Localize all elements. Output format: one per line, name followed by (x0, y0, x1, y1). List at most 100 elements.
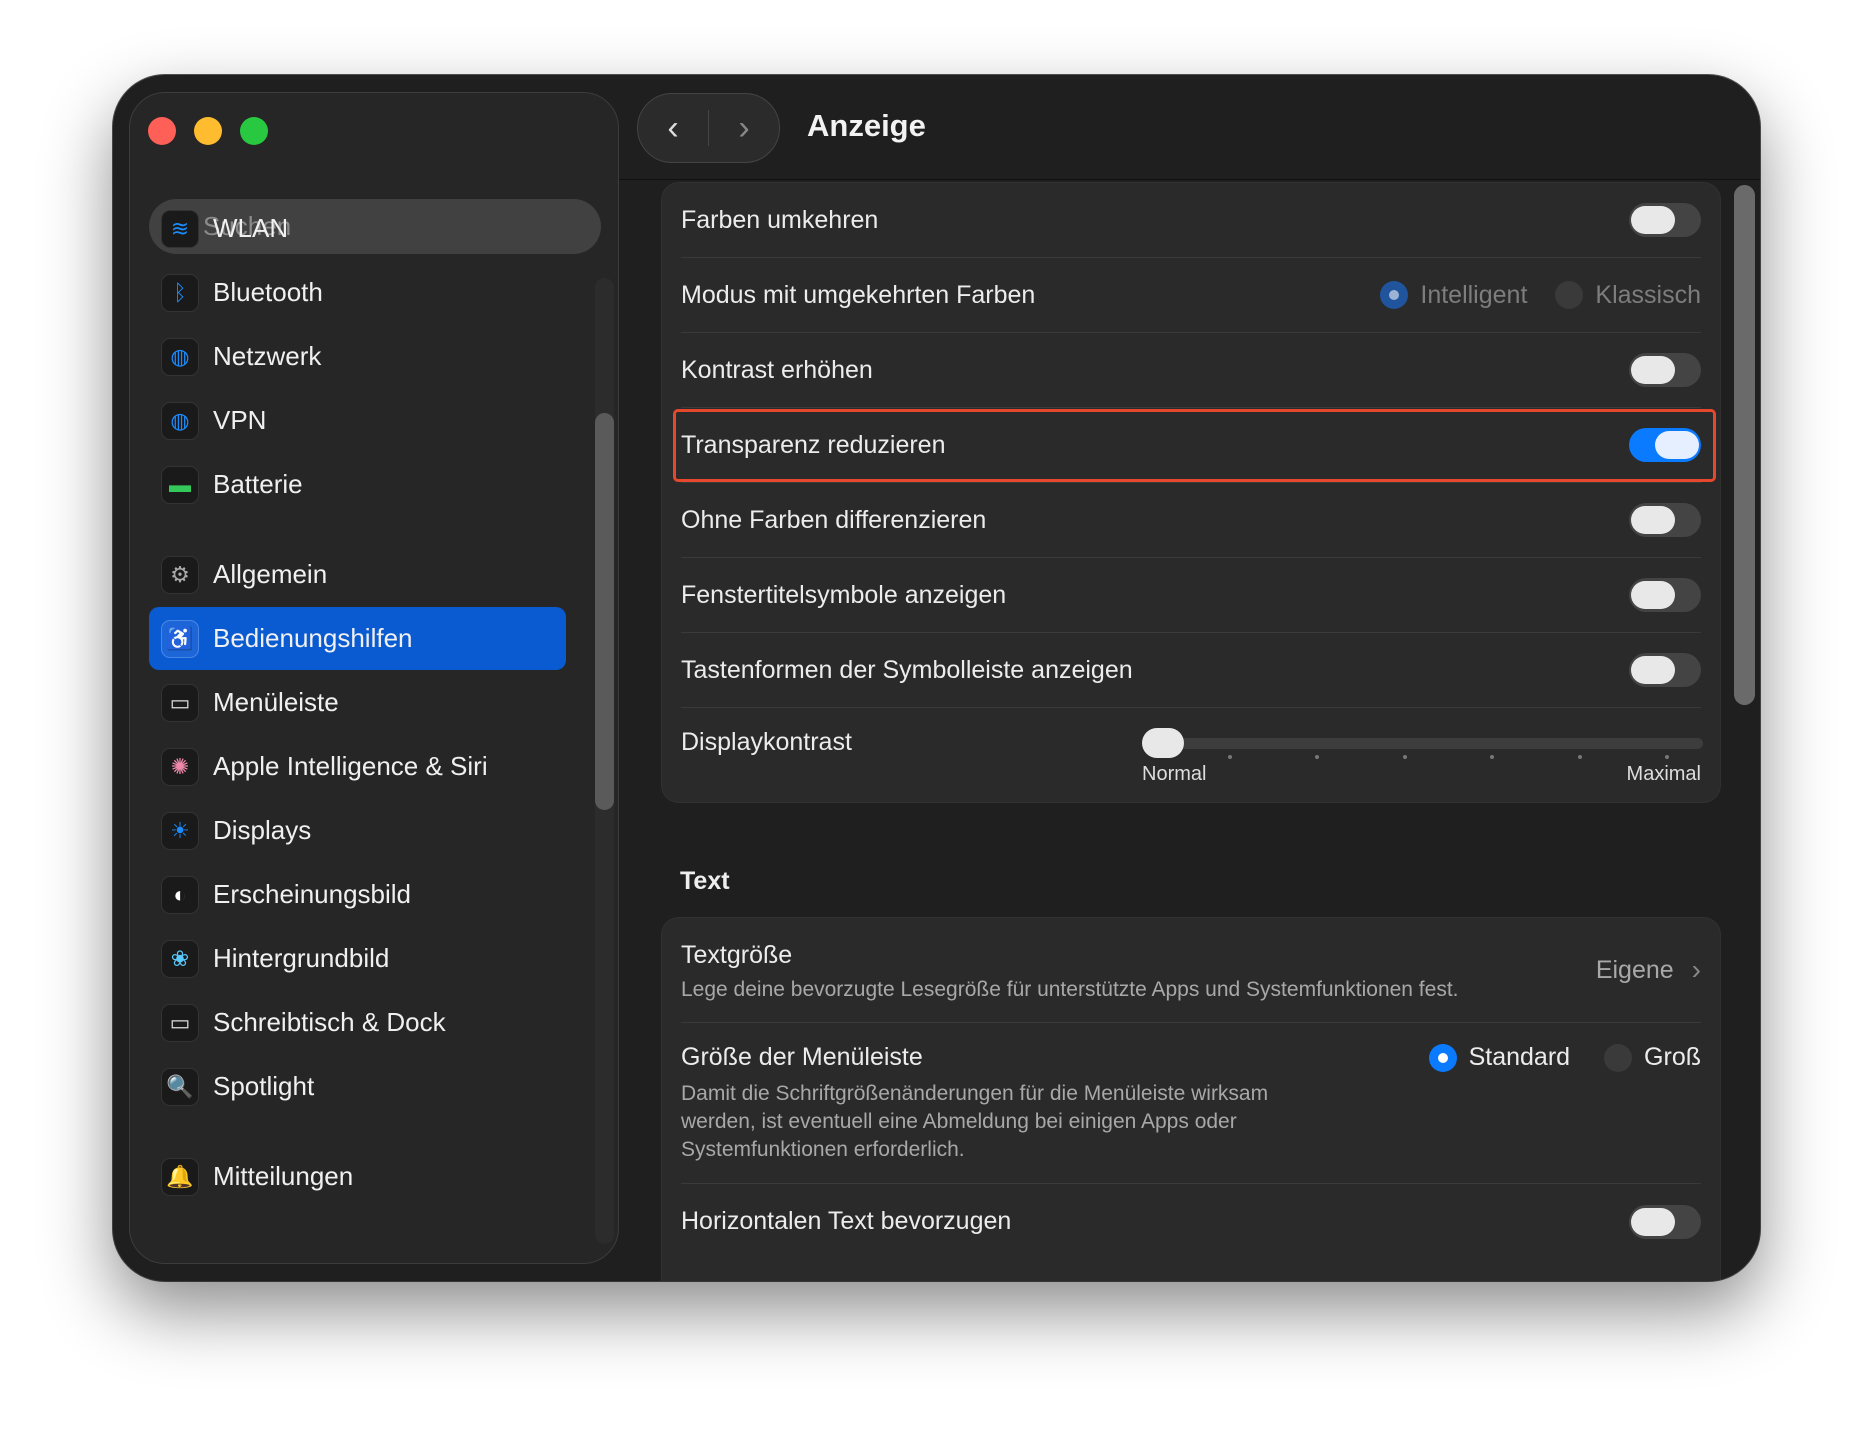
setting-row: Ohne Farben differenzieren (681, 483, 1701, 558)
sidebar-item-label: Netzwerk (213, 341, 322, 371)
setting-row: Modus mit umgekehrten Farben Intelligent K… (681, 258, 1701, 333)
sidebar-item-label: Batterie (213, 469, 303, 499)
page-title: Anzeige (807, 108, 926, 143)
horizontal-text-row: Horizontalen Text bevorzugen (681, 1184, 1701, 1259)
bluetooth-icon: ᛒ (161, 273, 199, 312)
sidebar-item-bluetooth[interactable]: ᛒ Bluetooth (149, 261, 566, 324)
wallpaper-icon: ❀ (161, 939, 199, 978)
slider-max-label: Maximal (1626, 763, 1701, 785)
slider-min-label: Normal (1142, 763, 1207, 785)
sidebar-item-wlan[interactable]: ≋ WLAN (149, 197, 566, 260)
radio-button[interactable] (1555, 281, 1584, 309)
sidebar-item-apple-intelligence-siri[interactable]: ✺ Apple Intelligence & Siri (149, 735, 566, 798)
slider-tick (1227, 755, 1232, 759)
sidebar-item-label: Menüleiste (213, 687, 339, 717)
highlight-box (673, 409, 1716, 482)
sidebar-item-label: Bluetooth (213, 277, 323, 307)
radio-button[interactable] (1380, 281, 1409, 309)
slider-tick (1577, 755, 1582, 759)
setting-row: Fenstertitelsymbole anzeigen (681, 558, 1701, 633)
gear-icon: ⚙ (161, 555, 199, 594)
sidebar-item-label: Allgemein (213, 559, 328, 589)
sidebar-item-vpn[interactable]: ◍ VPN (149, 389, 566, 452)
toggle-switch[interactable] (1629, 578, 1701, 612)
radio-button[interactable] (1428, 1043, 1457, 1072)
sidebar-item-label: Apple Intelligence & Siri (213, 751, 488, 781)
chevron-right-icon: › (1691, 954, 1701, 985)
close-button[interactable] (148, 117, 176, 145)
sidebar-item-label: Schreibtisch & Dock (213, 1007, 446, 1037)
sidebar-item-label: VPN (213, 405, 267, 435)
sidebar-item-menüleiste[interactable]: ▭ Menüleiste (149, 671, 566, 734)
radio-standard[interactable]: Standard (1428, 1043, 1571, 1072)
setting-label: Ohne Farben differenzieren (681, 505, 987, 534)
radio-intelligent[interactable]: Intelligent (1380, 281, 1527, 310)
bell-icon: 🔔 (161, 1157, 199, 1196)
minimize-button[interactable] (194, 117, 222, 145)
menubar-icon: ▭ (161, 683, 199, 722)
setting-label: Farben umkehren (681, 205, 879, 234)
sidebar-item-hintergrundbild[interactable]: ❀ Hintergrundbild (149, 927, 566, 990)
sidebar-item-label: Erscheinungsbild (213, 879, 412, 909)
display-contrast-slider[interactable] (1142, 728, 1703, 759)
accessibility-icon: ♿ (161, 619, 199, 658)
sidebar-item-spotlight[interactable]: 🔍 Spotlight (149, 1055, 566, 1118)
text-size-row[interactable]: Textgröße Lege deine bevorzugte Lesegröß… (681, 918, 1701, 1023)
sun-icon: ☀ (161, 811, 199, 850)
radio-label: Klassisch (1595, 280, 1701, 309)
spotlight-icon: 🔍 (161, 1067, 199, 1106)
sidebar-item-batterie[interactable]: ▬ Batterie (149, 453, 566, 516)
radio-label: Intelligent (1420, 280, 1528, 309)
sidebar-item-label: WLAN (213, 213, 289, 243)
radio-label: Groß (1644, 1043, 1701, 1071)
globe-icon: ◍ (161, 337, 199, 376)
setting-label: Modus mit umgekehrten Farben (681, 280, 1036, 309)
settings-window: ≋ WLAN ᛒ Bluetooth ◍ Netzwerk ◍ VPN ▬ Batterie ⚙ Al… (113, 75, 1760, 1281)
radio-label: Standard (1468, 1043, 1571, 1071)
sidebar-item-displays[interactable]: ☀ Displays (149, 799, 566, 862)
text-size-description: Lege deine bevorzugte Lesegröße für unte… (681, 977, 1459, 1001)
sidebar-item-erscheinungsbild[interactable]: ◐ Erscheinungsbild (149, 863, 566, 926)
toggle-switch[interactable] (1629, 353, 1701, 387)
sidebar-item-label: Spotlight (213, 1071, 315, 1101)
siri-icon: ✺ (161, 747, 199, 786)
sidebar-scrollbar-thumb[interactable] (595, 413, 614, 810)
toggle-switch[interactable] (1629, 203, 1701, 237)
horizontal-text-toggle[interactable] (1629, 1204, 1701, 1239)
display-settings-card: Farben umkehren Modus mit umgekehrten Far… (661, 182, 1721, 803)
toggle-switch[interactable] (1629, 653, 1701, 687)
radio-klassisch[interactable]: Klassisch (1555, 281, 1701, 310)
sidebar-item-netzwerk[interactable]: ◍ Netzwerk (149, 325, 566, 388)
toggle-switch[interactable] (1629, 503, 1701, 537)
sidebar-item-label: Mitteilungen (213, 1161, 354, 1191)
dock-icon: ▭ (161, 1003, 199, 1042)
slider-tick (1490, 755, 1494, 759)
menubar-size-label: Größe der Menüleiste (681, 1043, 923, 1071)
setting-row: Farben umkehren (681, 183, 1701, 258)
radio-button[interactable] (1604, 1043, 1633, 1072)
text-size-label: Textgröße (681, 940, 793, 969)
zoom-button[interactable] (240, 117, 268, 145)
sidebar-item-bedienungshilfen[interactable]: ♿ Bedienungshilfen (149, 607, 566, 670)
text-section-header: Text (680, 867, 730, 895)
appearance-icon: ◐ (161, 875, 199, 914)
setting-row: Tastenformen der Symbolleiste anzeigen (681, 633, 1701, 708)
sidebar-item-mitteilungen[interactable]: 🔔 Mitteilungen (149, 1145, 566, 1208)
menubar-size-row: Größe der Menüleiste Damit die Schriftgr… (681, 1023, 1701, 1184)
sidebar-item-schreibtisch-dock[interactable]: ▭ Schreibtisch & Dock (149, 991, 566, 1054)
menubar-size-description: Damit die Schriftgrößenänderungen für di… (681, 1082, 1269, 1161)
horizontal-text-label: Horizontalen Text bevorzugen (681, 1207, 1012, 1235)
forward-button[interactable]: › (709, 109, 779, 148)
radio-gross[interactable]: Groß (1604, 1043, 1701, 1072)
setting-label: Tastenformen der Symbolleiste anzeigen (681, 655, 1133, 684)
sidebar-item-label: Hintergrundbild (213, 943, 390, 973)
back-button[interactable]: ‹ (638, 109, 708, 148)
sidebar-item-label: Bedienungshilfen (213, 623, 413, 653)
slider-tick (1315, 755, 1319, 759)
slider-knob[interactable] (1142, 728, 1184, 758)
setting-row: Kontrast erhöhen (681, 333, 1701, 408)
sidebar-item-allgemein[interactable]: ⚙ Allgemein (149, 543, 566, 606)
header-divider (619, 179, 1760, 180)
sidebar: ≋ WLAN ᛒ Bluetooth ◍ Netzwerk ◍ VPN ▬ Batterie ⚙ Al… (129, 92, 619, 1264)
content-scrollbar-thumb[interactable] (1734, 185, 1755, 705)
